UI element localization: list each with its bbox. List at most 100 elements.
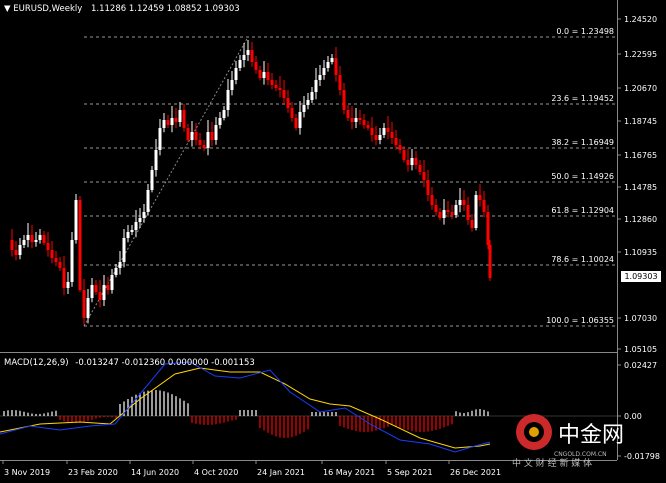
- candle-body: [334, 58, 338, 75]
- time-axis-label: 16 May 2021: [323, 468, 375, 477]
- candle-body: [414, 158, 418, 165]
- candle-body: [306, 100, 310, 105]
- watermark-logo-text: 中金网: [558, 423, 624, 448]
- candle-body: [10, 240, 14, 250]
- candle-body: [310, 92, 314, 100]
- macd-values: -0.013247 -0.012360 0.000000 -0.001153: [75, 358, 255, 368]
- candle-body: [338, 75, 342, 90]
- candle-body: [130, 230, 134, 232]
- candle-body: [402, 150, 406, 160]
- candle-body: [382, 128, 386, 135]
- watermark-site: CNGOLD.COM.CN: [554, 451, 607, 458]
- candle-body: [358, 118, 362, 120]
- candle-body: [434, 205, 438, 212]
- cngold-watermark: 中金网 CNGOLD.COM.CN 中 文 财 经 新 媒 体: [510, 408, 660, 468]
- candle-body: [142, 212, 146, 218]
- candle-body: [294, 118, 298, 128]
- candle-body: [406, 160, 410, 165]
- candle-body: [238, 60, 242, 68]
- macd-signal-line: [0, 367, 491, 449]
- price-axis-label: 1.22595: [624, 50, 657, 59]
- macd-main-line: [0, 361, 491, 453]
- time-axis-label: 23 Feb 2020: [68, 468, 118, 477]
- candle-body: [166, 120, 170, 125]
- candle-body: [42, 235, 46, 243]
- candle-body: [314, 80, 318, 92]
- price-axis-label: 1.10935: [624, 248, 657, 257]
- fibo-label: 61.8 = 1.12904: [551, 206, 614, 215]
- price-axis-svg: 1.24520 1.22595 1.20670 1.18745 1.16765 1.147…: [618, 15, 660, 460]
- candle-body: [214, 125, 218, 140]
- candle-body: [430, 195, 434, 205]
- candle-body: [488, 245, 492, 278]
- candle-body: [250, 50, 254, 62]
- candle-body: [182, 110, 186, 128]
- candle-body: [286, 98, 290, 108]
- candle-body: [258, 70, 262, 78]
- symbol-label: EURUSD,Weekly: [13, 4, 83, 14]
- candle-body: [486, 212, 490, 245]
- fibo-label: 23.6 = 1.19452: [551, 94, 614, 103]
- macd-title: MACD(12,26,9): [4, 358, 69, 368]
- candle-body: [190, 132, 194, 140]
- candle-body: [290, 108, 294, 118]
- candle-body: [246, 50, 250, 55]
- candle-body: [194, 132, 198, 140]
- fibo-label: 100.0 = 1.06355: [546, 316, 614, 325]
- candle-body: [330, 58, 334, 62]
- candle-body: [346, 110, 350, 118]
- candle-body: [210, 132, 214, 140]
- candle-body: [390, 132, 394, 138]
- candle-body: [62, 268, 66, 288]
- candle-body: [106, 285, 110, 290]
- candle-body: [302, 105, 306, 112]
- fibo-label: 50.0 = 1.14926: [551, 172, 614, 181]
- candle-body: [30, 235, 34, 242]
- candle-body: [94, 285, 98, 292]
- candle-body: [234, 68, 238, 80]
- candle-body: [266, 72, 270, 80]
- fibo-levels[interactable]: [84, 36, 617, 327]
- candle-body: [362, 120, 366, 125]
- price-axis-label: 1.05105: [624, 345, 657, 354]
- time-axis-label: 4 Oct 2020: [194, 468, 238, 477]
- candle-body: [102, 285, 106, 300]
- candle-body: [418, 165, 422, 172]
- time-axis-label: 5 Sep 2021: [387, 468, 433, 477]
- candle-body: [134, 222, 138, 230]
- candle-body: [162, 120, 166, 128]
- candle-body: [170, 118, 174, 125]
- candle-body: [26, 235, 30, 240]
- candle-body: [186, 128, 190, 140]
- price-axis-label: 1.18745: [624, 117, 657, 126]
- price-axis-label: 1.16765: [624, 151, 657, 160]
- candle-body: [158, 128, 162, 150]
- candle-body: [150, 170, 154, 190]
- candle-body: [370, 128, 374, 135]
- candle-body: [198, 140, 202, 145]
- candle-body: [138, 218, 142, 222]
- time-axis-label: 24 Jan 2021: [257, 468, 305, 477]
- candle-body: [230, 80, 234, 90]
- price-chart-panel[interactable]: 0.0 = 1.23498 23.6 = 1.19452 38.2 = 1.1694…: [0, 0, 617, 353]
- price-chart-svg: 0.0 = 1.23498 23.6 = 1.19452 38.2 = 1.1694…: [10, 27, 617, 327]
- macd-histogram: [3, 390, 489, 438]
- candle-body: [58, 262, 62, 268]
- candle-body: [394, 138, 398, 145]
- candle-body: [18, 245, 22, 255]
- candle-body: [378, 135, 382, 140]
- candle-body: [410, 158, 414, 165]
- candle-body: [178, 110, 182, 122]
- candle-body: [326, 62, 330, 68]
- dropdown-arrow-icon[interactable]: ▼: [4, 4, 11, 14]
- candle-body: [466, 205, 470, 220]
- candle-body: [450, 212, 454, 215]
- candle-body: [98, 292, 102, 300]
- macd-axis-label: 0.02427: [624, 361, 657, 370]
- candle-body: [54, 258, 58, 262]
- candle-body: [126, 232, 130, 238]
- fibo-label: 0.0 = 1.23498: [556, 27, 614, 36]
- price-axis[interactable]: 1.24520 1.22595 1.20670 1.18745 1.16765 1.147…: [617, 0, 666, 460]
- fibo-label: 78.6 = 1.10024: [551, 255, 614, 264]
- candle-body: [38, 235, 42, 240]
